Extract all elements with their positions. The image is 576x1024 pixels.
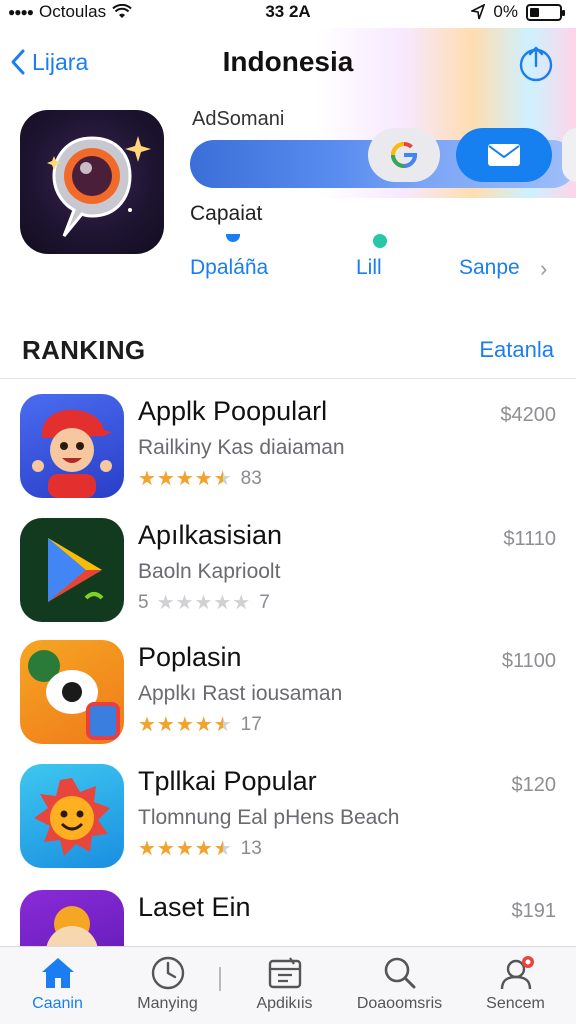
google-button[interactable] [368, 128, 440, 182]
mail-icon [488, 144, 520, 166]
star-rating: ★★★★★★★★★★ [138, 714, 233, 736]
featured-caption: Capaiat [190, 202, 263, 225]
character-icon [46, 906, 98, 946]
map-pin-icon [47, 136, 151, 237]
smiley-icon [34, 778, 110, 856]
app-icon [20, 764, 124, 868]
section-title: RANKING [22, 335, 146, 365]
tab-label: Sencem [486, 995, 545, 1012]
section-divider [0, 378, 576, 379]
app-rating: ★★★★★★★★★★ 13 [138, 836, 262, 861]
app-price[interactable]: $191 [512, 900, 557, 923]
app-icon [20, 890, 124, 946]
app-title: Laset Ein [138, 892, 251, 922]
navigation-bar: Lijara Indonesia [0, 40, 576, 88]
app-icon [20, 640, 124, 744]
share-button[interactable] [518, 44, 554, 82]
battery-percent: 0% [493, 2, 518, 21]
app-title: Apılkasisian [138, 520, 283, 550]
extra-button[interactable] [562, 128, 576, 182]
list-item[interactable]: Laset Ein $191 [0, 890, 576, 946]
app-icon [20, 518, 124, 622]
account-icon [500, 956, 534, 990]
featured-app-icon[interactable] [20, 110, 164, 254]
tab-manying[interactable]: Manying [110, 955, 225, 1013]
tab-label: Caanin [32, 995, 83, 1012]
tab-bar: Caanin Manying Apdikıis Doaoomsris Sence [0, 946, 576, 1024]
see-all-link[interactable]: Eatanla [479, 337, 554, 363]
app-title: Poplasin [138, 642, 242, 672]
app-title: Tpllkai Popular [138, 766, 317, 796]
rating-count: 83 [240, 467, 262, 489]
tab-label: Apdikıis [256, 995, 313, 1012]
google-icon [390, 141, 418, 169]
list-item[interactable]: Poplasin Applkı Rast iousaman ★★★★★★★★★★… [0, 640, 576, 764]
rating-prefix: 5 [138, 591, 149, 613]
app-rating: 5 ★★★★★★★★★★ 7 [138, 590, 270, 615]
app-rating: ★★★★★★★★★★ 17 [138, 712, 262, 737]
star-rating: ★★★★★★★★★★ [138, 838, 233, 860]
tab-separator [219, 967, 221, 991]
app-subtitle: Railkiny Kas diaiaman [138, 436, 345, 459]
clock-icon [151, 956, 184, 990]
chat-camera-icon [28, 650, 120, 740]
indicator-dot [373, 234, 387, 248]
developer-name: AdSomani [192, 108, 285, 130]
tab-label: Doaoomsris [356, 995, 443, 1012]
list-item[interactable]: Apılkasisian Baoln Kaprioolt 5 ★★★★★★★★★… [0, 518, 576, 642]
app-price[interactable]: $1100 [502, 650, 556, 673]
tab-label: Manying [137, 995, 198, 1012]
location-arrow-icon [471, 4, 486, 20]
page-title: Indonesia [222, 46, 354, 77]
app-subtitle: Baoln Kaprioolt [138, 560, 281, 583]
mail-button[interactable] [456, 128, 552, 182]
app-price[interactable]: $4200 [500, 404, 556, 427]
star-rating: ★★★★★★★★★★ [138, 468, 233, 490]
segment-item[interactable]: Dpaláña [190, 256, 268, 280]
app-price[interactable]: $1110 [503, 528, 556, 551]
status-bar: ●●●● Octoulas 33 2A 0% [0, 0, 576, 28]
chevron-right-icon[interactable]: › [540, 256, 547, 282]
status-right: 0% [471, 2, 565, 22]
segment-item[interactable]: Sanpe [459, 256, 520, 280]
list-item[interactable]: Applk Poopularl Railkiny Kas diaiaman ★★… [0, 394, 576, 518]
rating-count: 13 [240, 837, 262, 859]
app-icon [20, 394, 124, 498]
list-item[interactable]: Tpllkai Popular Tlomnung Eal pHens Beach… [0, 764, 576, 888]
tab-home[interactable]: Caanin [0, 955, 115, 1013]
app-title: Applk Poopularl [138, 396, 328, 426]
rating-count: 17 [240, 713, 262, 735]
share-icon [519, 46, 553, 82]
app-subtitle: Applkı Rast iousaman [138, 682, 343, 705]
home-icon [41, 958, 74, 988]
tab-account[interactable]: Sencem [458, 955, 573, 1013]
segment-item[interactable]: Lill [356, 256, 382, 280]
indicator-dot [226, 234, 240, 242]
battery-icon [526, 3, 565, 21]
tab-search[interactable]: Doaoomsris [342, 955, 457, 1013]
search-icon [384, 957, 415, 989]
rating-count: 7 [259, 591, 270, 613]
app-rating: ★★★★★★★★★★ 83 [138, 466, 262, 491]
tab-apps[interactable]: Apdikıis [227, 955, 342, 1013]
app-price[interactable]: $120 [512, 774, 557, 797]
cartoon-boy-icon [32, 409, 112, 498]
play-store-icon [48, 538, 104, 602]
apps-icon [268, 957, 301, 989]
star-rating: ★★★★★★★★★★ [156, 592, 252, 614]
app-subtitle: Tlomnung Eal pHens Beach [138, 806, 400, 829]
